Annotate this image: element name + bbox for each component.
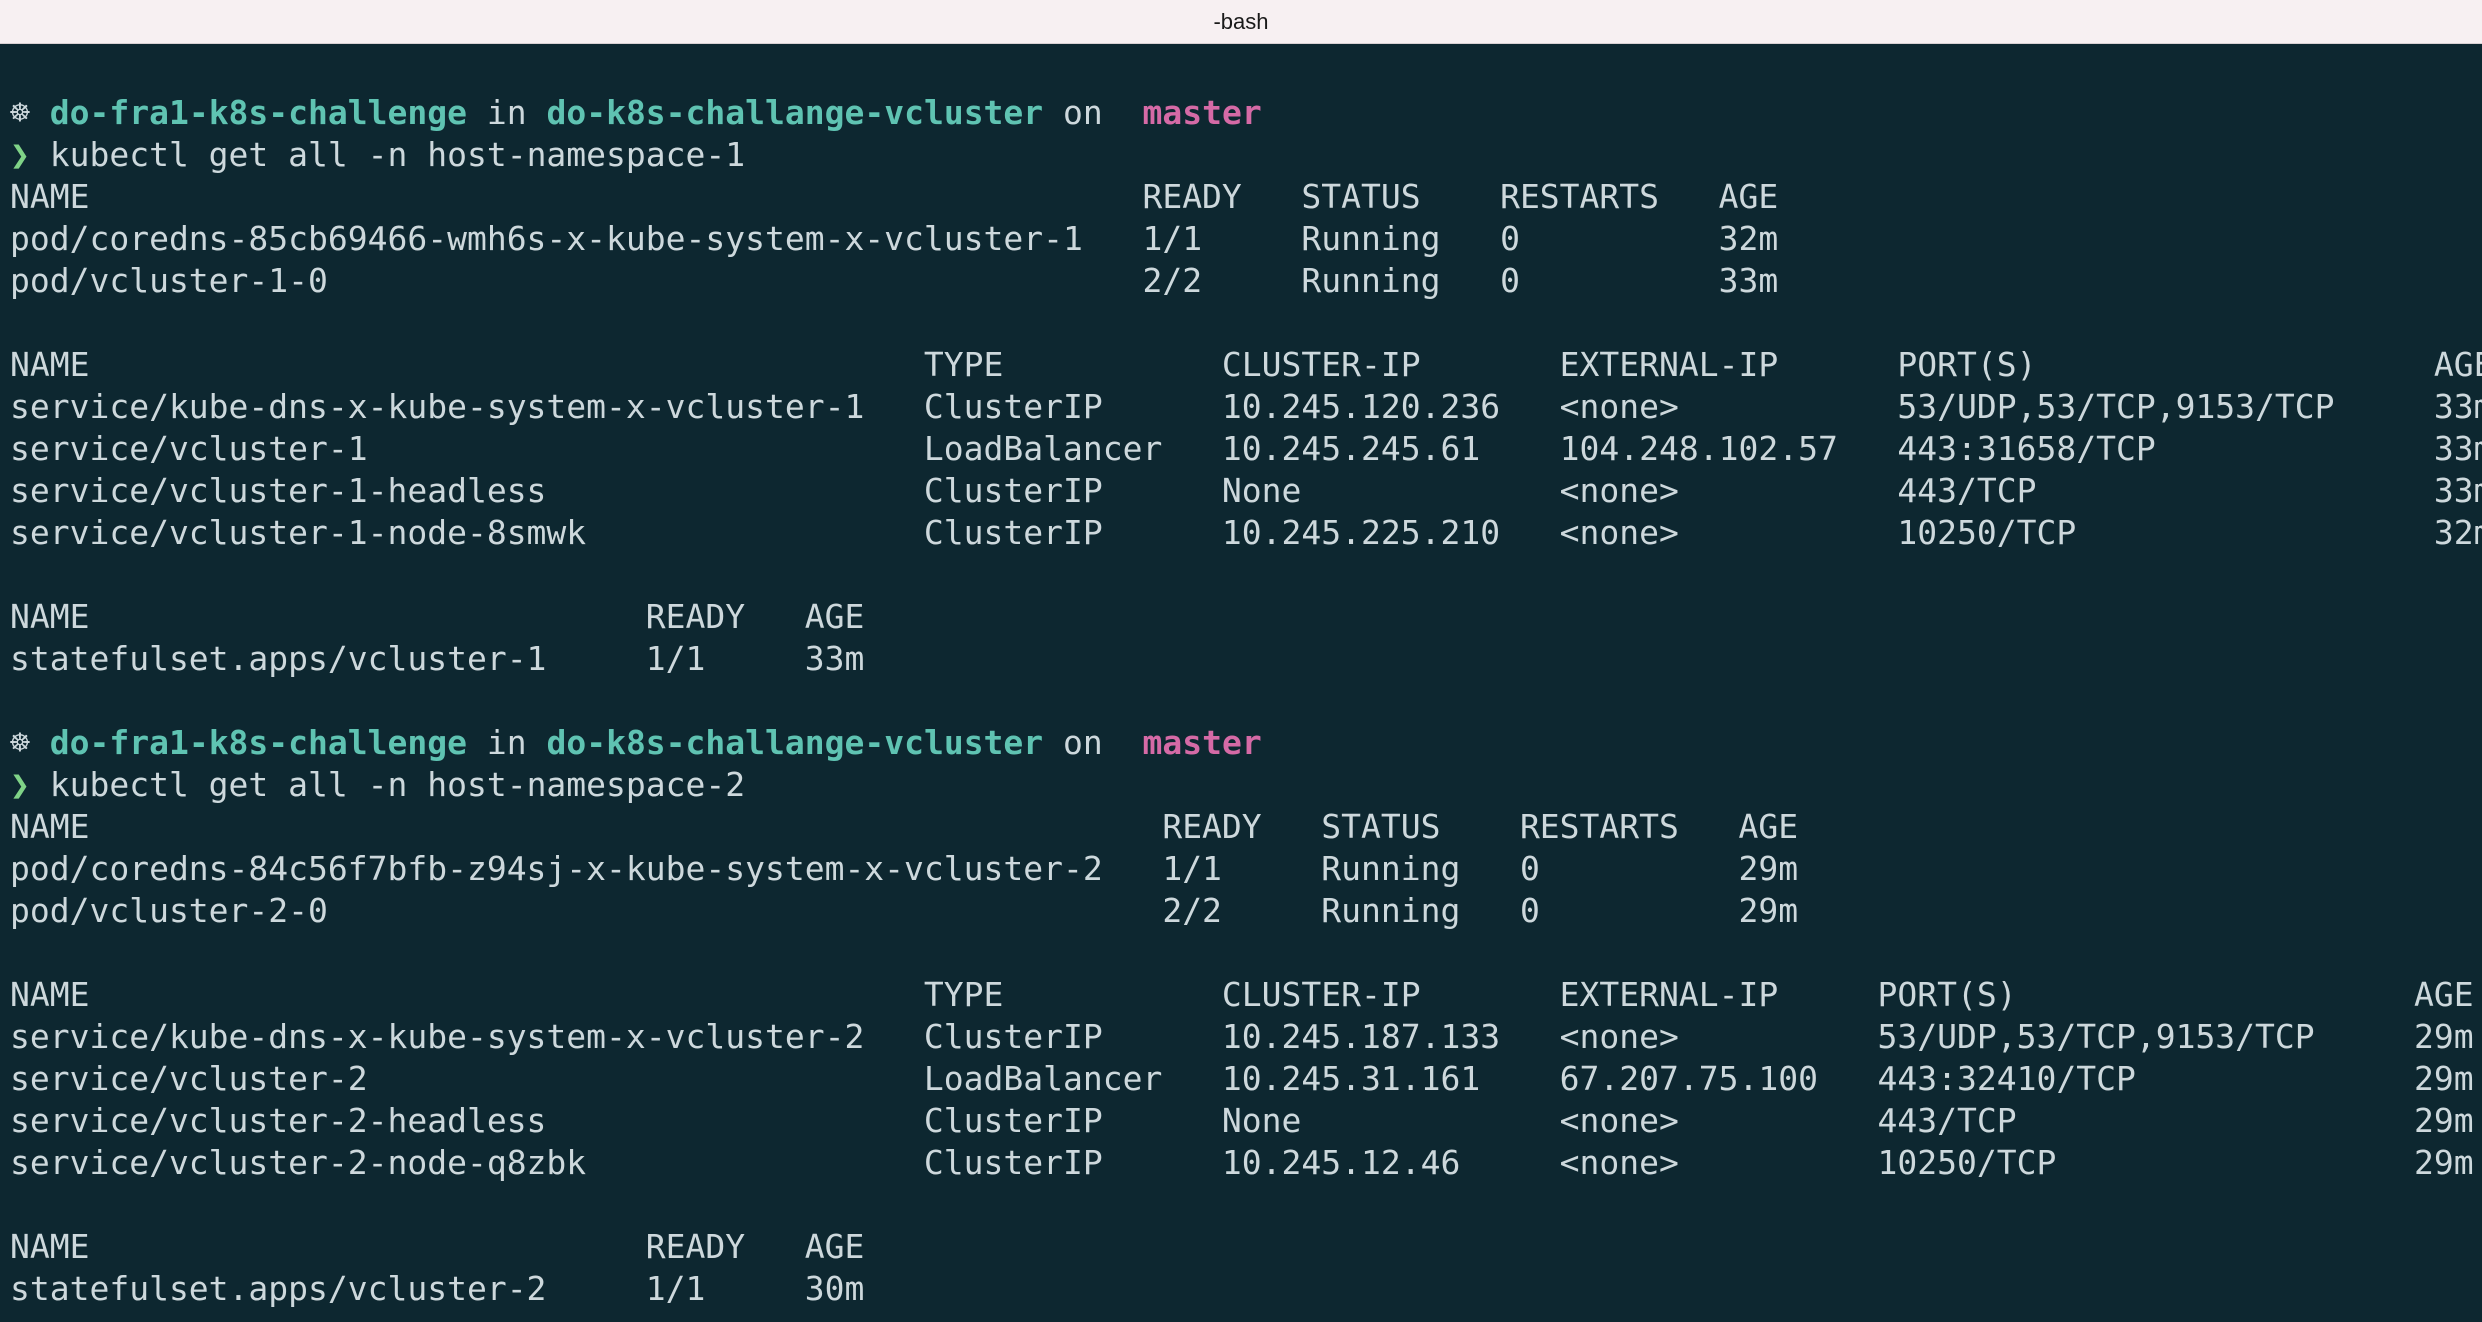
prompt-chevron-icon: ❯ bbox=[10, 765, 30, 804]
kube-context: do-fra1-k8s-challenge bbox=[49, 723, 467, 762]
prompt-in: in bbox=[466, 723, 547, 762]
output-text: NAME READY AGE bbox=[10, 1227, 865, 1266]
output-line: service/vcluster-1-headless ClusterIP No… bbox=[10, 470, 2482, 512]
output-text: statefulset.apps/vcluster-2 1/1 30m bbox=[10, 1269, 865, 1308]
prompt-on: on bbox=[1043, 723, 1123, 762]
output-line: NAME READY STATUS RESTARTS AGE bbox=[10, 176, 2480, 218]
output-text: service/vcluster-1-node-8smwk ClusterIP … bbox=[10, 513, 2482, 552]
command-line: ❯ kubectl get all -n host-namespace-1 bbox=[10, 134, 2480, 176]
git-branch-name: master bbox=[1142, 93, 1262, 132]
output-text: service/vcluster-2-node-q8zbk ClusterIP … bbox=[10, 1143, 2474, 1182]
output-text: NAME READY AGE bbox=[10, 597, 865, 636]
output-line: service/vcluster-1 LoadBalancer 10.245.2… bbox=[10, 428, 2482, 470]
output-text: pod/vcluster-1-0 2/2 Running 0 33m bbox=[10, 261, 1779, 300]
output-text: pod/vcluster-2-0 2/2 Running 0 29m bbox=[10, 891, 1799, 930]
output-line: statefulset.apps/vcluster-2 1/1 30m bbox=[10, 1268, 2480, 1310]
kube-context: do-fra1-k8s-challenge bbox=[49, 93, 467, 132]
output-line: statefulset.apps/vcluster-1 1/1 33m bbox=[10, 638, 2480, 680]
output-text: NAME READY STATUS RESTARTS AGE bbox=[10, 177, 1779, 216]
output-text: service/kube-dns-x-kube-system-x-vcluste… bbox=[10, 1017, 2474, 1056]
output-text: NAME READY STATUS RESTARTS AGE bbox=[10, 807, 1799, 846]
current-directory: do-k8s-challange-vcluster bbox=[546, 93, 1044, 132]
git-branch-name: master bbox=[1142, 723, 1262, 762]
output-line: NAME TYPE CLUSTER-IP EXTERNAL-IP PORT(S)… bbox=[10, 974, 2480, 1016]
window-title: -bash bbox=[1213, 8, 1269, 34]
command-text: kubectl get all -n host-namespace-2 bbox=[29, 765, 746, 804]
output-text: pod/coredns-84c56f7bfb-z94sj-x-kube-syst… bbox=[10, 849, 1799, 888]
kubernetes-icon: ☸ bbox=[10, 93, 30, 132]
output-line: pod/coredns-85cb69466-wmh6s-x-kube-syste… bbox=[10, 218, 2480, 260]
prompt-line: ☸ do-fra1-k8s-challenge in do-k8s-challa… bbox=[10, 722, 2480, 764]
output-line: service/vcluster-2-node-q8zbk ClusterIP … bbox=[10, 1142, 2480, 1184]
window-titlebar[interactable]: -bash bbox=[0, 0, 2482, 44]
output-line: service/kube-dns-x-kube-system-x-vcluste… bbox=[10, 386, 2482, 428]
prompt-in: in bbox=[466, 93, 547, 132]
terminal-output[interactable]: ☸ do-fra1-k8s-challenge in do-k8s-challa… bbox=[10, 92, 2482, 1310]
prompt-chevron-icon: ❯ bbox=[10, 135, 30, 174]
output-line: pod/vcluster-1-0 2/2 Running 0 33m bbox=[10, 260, 2480, 302]
prompt-on: on bbox=[1043, 93, 1123, 132]
output-line: service/kube-dns-x-kube-system-x-vcluste… bbox=[10, 1016, 2480, 1058]
output-line: NAME READY STATUS RESTARTS AGE bbox=[10, 806, 2480, 848]
output-line: NAME READY AGE bbox=[10, 596, 2480, 638]
output-text: NAME TYPE CLUSTER-IP EXTERNAL-IP PORT(S)… bbox=[10, 975, 2474, 1014]
command-line: ❯ kubectl get all -n host-namespace-2 bbox=[10, 764, 2480, 806]
output-text: service/vcluster-1-headless ClusterIP No… bbox=[10, 471, 2482, 510]
output-text: service/kube-dns-x-kube-system-x-vcluste… bbox=[10, 387, 2482, 426]
output-text: service/vcluster-1 LoadBalancer 10.245.2… bbox=[10, 429, 2482, 468]
output-line: pod/vcluster-2-0 2/2 Running 0 29m bbox=[10, 890, 2480, 932]
command-text: kubectl get all -n host-namespace-1 bbox=[29, 135, 746, 174]
output-line: service/vcluster-1-node-8smwk ClusterIP … bbox=[10, 512, 2482, 554]
output-text: service/vcluster-2-headless ClusterIP No… bbox=[10, 1101, 2474, 1140]
output-line: NAME TYPE CLUSTER-IP EXTERNAL-IP PORT(S)… bbox=[10, 344, 2482, 386]
terminal-window: -bash ☸ do-fra1-k8s-challenge in do-k8s-… bbox=[0, 0, 2482, 1322]
output-line: service/vcluster-2-headless ClusterIP No… bbox=[10, 1100, 2480, 1142]
output-text: service/vcluster-2 LoadBalancer 10.245.3… bbox=[10, 1059, 2474, 1098]
output-text: pod/coredns-85cb69466-wmh6s-x-kube-syste… bbox=[10, 219, 1779, 258]
kubernetes-icon: ☸ bbox=[10, 723, 30, 762]
output-text: statefulset.apps/vcluster-1 1/1 33m bbox=[10, 639, 865, 678]
prompt-line: ☸ do-fra1-k8s-challenge in do-k8s-challa… bbox=[10, 92, 2480, 134]
current-directory: do-k8s-challange-vcluster bbox=[546, 723, 1044, 762]
output-line: pod/coredns-84c56f7bfb-z94sj-x-kube-syst… bbox=[10, 848, 2480, 890]
output-line: service/vcluster-2 LoadBalancer 10.245.3… bbox=[10, 1058, 2480, 1100]
output-text: NAME TYPE CLUSTER-IP EXTERNAL-IP PORT(S)… bbox=[10, 345, 2482, 384]
output-line: NAME READY AGE bbox=[10, 1226, 2480, 1268]
